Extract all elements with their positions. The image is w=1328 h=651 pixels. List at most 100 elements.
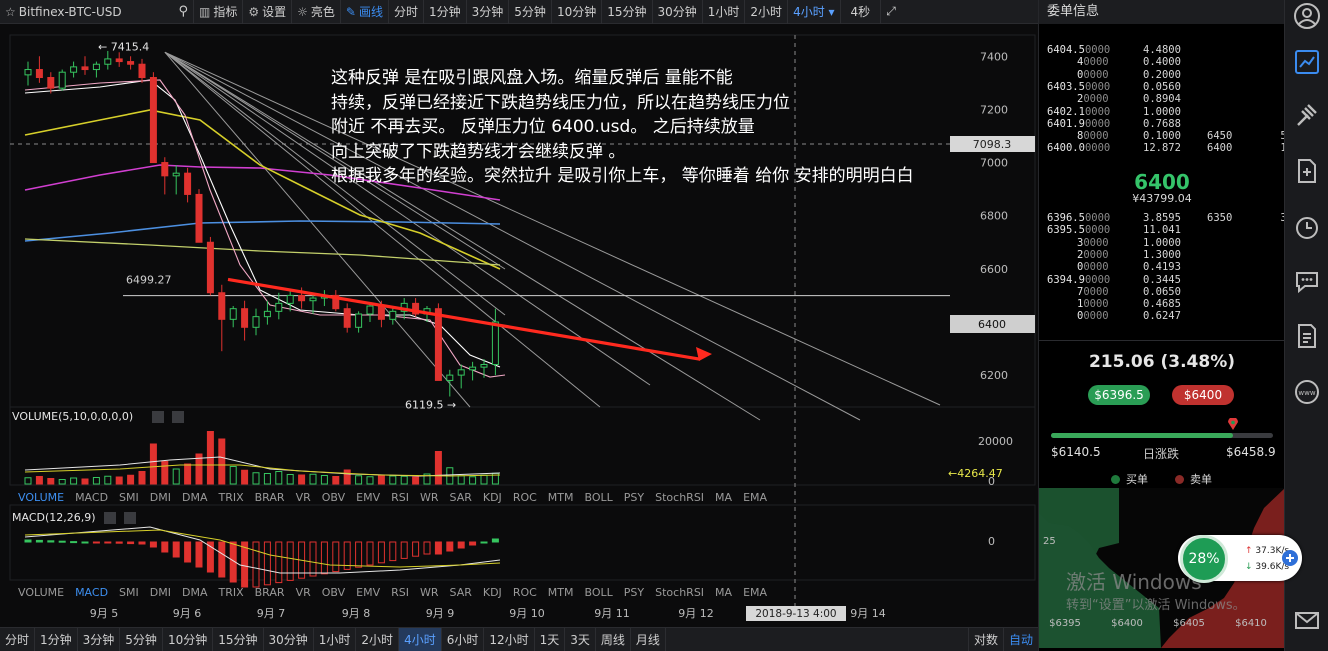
timeframe-tab-7[interactable]: 1小时 bbox=[703, 0, 746, 24]
bottom-timeframe-tab-5[interactable]: 15分钟 bbox=[213, 627, 264, 651]
search-icon[interactable]: ⚲ bbox=[178, 4, 188, 19]
indicator-tab-obv[interactable]: OBV bbox=[322, 586, 345, 601]
indicator-tab-ma[interactable]: MA bbox=[715, 586, 732, 601]
indicator-tab-obv[interactable]: OBV bbox=[322, 491, 345, 506]
indicator-tab-kdj[interactable]: KDJ bbox=[483, 491, 502, 506]
bottom-timeframe-tab-8[interactable]: 2小时 bbox=[356, 627, 400, 651]
log-scale-toggle[interactable]: 对数 bbox=[967, 627, 1004, 651]
fullscreen-icon[interactable]: ⤢ bbox=[881, 0, 901, 24]
price-chart[interactable]: 74007200700068006600640062006499.27← 741… bbox=[0, 25, 1038, 625]
candle-body bbox=[263, 310, 271, 318]
indicator-tab-mtm[interactable]: MTM bbox=[548, 586, 574, 601]
bottom-timeframe-tab-10[interactable]: 6小时 bbox=[442, 627, 485, 651]
bottom-timeframe-tab-11[interactable]: 12小时 bbox=[484, 627, 535, 651]
timeframe-tab-4[interactable]: 10分钟 bbox=[552, 0, 603, 24]
indicator-tab-roc[interactable]: ROC bbox=[513, 586, 537, 601]
indicator-tab-boll[interactable]: BOLL bbox=[585, 586, 613, 601]
bottom-timeframe-tab-9[interactable]: 4小时 bbox=[399, 627, 442, 651]
bottom-timeframe-tab-6[interactable]: 30分钟 bbox=[264, 627, 314, 651]
bottom-timeframe-tab-1[interactable]: 1分钟 bbox=[35, 627, 78, 651]
add-document-icon[interactable] bbox=[1293, 157, 1321, 185]
bottom-timeframe-tab-2[interactable]: 3分钟 bbox=[78, 627, 121, 651]
indicator-tab-trix[interactable]: TRIX bbox=[218, 586, 243, 601]
upper-indicator-tabs: VOLUME MACD SMI DMI DMA TRIX BRAR VR OBV EMV RSI WR… bbox=[18, 491, 778, 506]
timeframe-tab-9[interactable]: 4小时 ▾ bbox=[788, 0, 841, 24]
bottom-timeframe-tab-13[interactable]: 3天 bbox=[565, 627, 596, 651]
indicators-button[interactable]: ▥ 指标 bbox=[194, 0, 244, 24]
bottom-timeframe-tab-3[interactable]: 5分钟 bbox=[120, 627, 163, 651]
indicator-tab-sar[interactable]: SAR bbox=[450, 491, 472, 506]
indicator-tab-emv[interactable]: EMV bbox=[356, 586, 380, 601]
indicator-tab-trix[interactable]: TRIX bbox=[218, 491, 243, 506]
indicator-tab-smi[interactable]: SMI bbox=[119, 586, 139, 601]
indicator-tab-dma[interactable]: DMA bbox=[182, 586, 208, 601]
timeframe-tab-2[interactable]: 3分钟 bbox=[467, 0, 510, 24]
memory-usage-badge[interactable]: 28% bbox=[1180, 535, 1228, 583]
bottom-timeframe-tab-0[interactable]: 分时 bbox=[0, 627, 36, 651]
macd-bar bbox=[469, 541, 477, 546]
indicator-tab-sar[interactable]: SAR bbox=[450, 586, 472, 601]
indicator-tab-wr[interactable]: WR bbox=[420, 586, 439, 601]
indicator-tab-stochrsi[interactable]: StochRSI bbox=[655, 586, 704, 601]
indicator-tab-ema[interactable]: EMA bbox=[743, 586, 767, 601]
indicator-tab-vr[interactable]: VR bbox=[296, 491, 311, 506]
indicator-tab-emv[interactable]: EMV bbox=[356, 491, 380, 506]
indicator-tab-brar[interactable]: BRAR bbox=[255, 586, 285, 601]
brightness-button[interactable]: ☼ 亮色 bbox=[292, 0, 341, 24]
indicator-tab-boll[interactable]: BOLL bbox=[585, 491, 613, 506]
www-icon[interactable]: www bbox=[1293, 378, 1321, 406]
indicator-tab-dma[interactable]: DMA bbox=[182, 491, 208, 506]
add-circle-icon[interactable] bbox=[1281, 549, 1299, 567]
sell-price-button[interactable]: $6400 bbox=[1172, 385, 1234, 405]
clock-icon[interactable] bbox=[1293, 213, 1321, 241]
symbol-selector[interactable]: ☆ Bitfinex-BTC-USD ⚲ bbox=[0, 0, 194, 24]
auto-scale-toggle[interactable]: 自动 bbox=[1004, 628, 1038, 651]
macd-bar bbox=[149, 541, 157, 548]
bottom-timeframe-tab-12[interactable]: 1天 bbox=[535, 627, 566, 651]
indicator-tab-dmi[interactable]: DMI bbox=[150, 491, 171, 506]
indicator-tab-rsi[interactable]: RSI bbox=[391, 491, 409, 506]
indicator-tab-ema[interactable]: EMA bbox=[743, 491, 767, 506]
indicator-tab-ma[interactable]: MA bbox=[715, 491, 732, 506]
indicator-tab-kdj[interactable]: KDJ bbox=[483, 586, 502, 601]
indicator-tab-smi[interactable]: SMI bbox=[119, 491, 139, 506]
star-icon[interactable]: ☆ bbox=[5, 5, 16, 19]
indicator-tab-stochrsi[interactable]: StochRSI bbox=[655, 491, 704, 506]
mail-icon[interactable] bbox=[1293, 606, 1321, 634]
indicator-tab-rsi[interactable]: RSI bbox=[391, 586, 409, 601]
indicator-tab-wr[interactable]: WR bbox=[420, 491, 439, 506]
bottom-timeframe-tab-7[interactable]: 1小时 bbox=[314, 627, 357, 651]
sun-icon: ☼ bbox=[297, 4, 308, 19]
indicator-tab-brar[interactable]: BRAR bbox=[255, 491, 285, 506]
macd-bar bbox=[480, 541, 488, 544]
indicator-tab-macd[interactable]: MACD bbox=[75, 586, 108, 601]
timeframe-tab-0[interactable]: 分时 bbox=[389, 0, 425, 24]
bottom-timeframe-tab-14[interactable]: 周线 bbox=[596, 627, 631, 651]
indicator-tab-psy[interactable]: PSY bbox=[624, 586, 644, 601]
user-icon[interactable] bbox=[1293, 2, 1321, 30]
indicator-tab-psy[interactable]: PSY bbox=[624, 491, 644, 506]
gavel-icon[interactable] bbox=[1293, 102, 1321, 130]
indicator-tab-volume[interactable]: VOLUME bbox=[18, 586, 64, 601]
timeframe-tab-6[interactable]: 30分钟 bbox=[653, 0, 703, 24]
chat-icon[interactable] bbox=[1293, 267, 1321, 295]
bottom-timeframe-tab-15[interactable]: 月线 bbox=[631, 627, 666, 651]
indicator-tab-roc[interactable]: ROC bbox=[513, 491, 537, 506]
settings-button[interactable]: ⚙ 设置 bbox=[243, 0, 293, 24]
indicator-tab-macd[interactable]: MACD bbox=[75, 491, 108, 506]
draw-button[interactable]: ✎ 画线 bbox=[341, 0, 389, 24]
report-icon[interactable] bbox=[1293, 322, 1321, 350]
indicator-tab-volume[interactable]: VOLUME bbox=[18, 491, 64, 506]
indicator-tab-dmi[interactable]: DMI bbox=[150, 586, 171, 601]
upload-arrow-icon: ↑ bbox=[1245, 546, 1253, 556]
bottom-timeframe-tab-4[interactable]: 10分钟 bbox=[163, 627, 214, 651]
timeframe-tab-8[interactable]: 2小时 bbox=[745, 0, 789, 24]
timeframe-tab-3[interactable]: 5分钟 bbox=[509, 0, 552, 24]
indicator-tab-mtm[interactable]: MTM bbox=[548, 491, 574, 506]
chart-board-icon[interactable] bbox=[1293, 48, 1321, 76]
indicator-tab-vr[interactable]: VR bbox=[296, 586, 311, 601]
refresh-interval[interactable]: 4秒 bbox=[841, 0, 882, 24]
buy-price-button[interactable]: $6396.5 bbox=[1088, 385, 1150, 405]
timeframe-tab-5[interactable]: 15分钟 bbox=[602, 0, 653, 24]
timeframe-tab-1[interactable]: 1分钟 bbox=[424, 0, 467, 24]
